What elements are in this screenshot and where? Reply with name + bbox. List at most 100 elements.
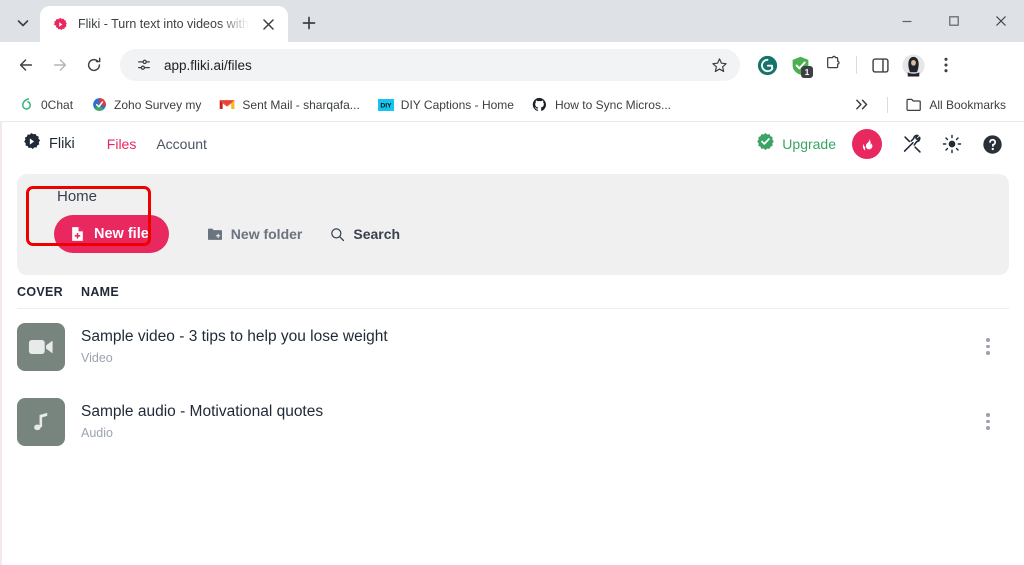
address-bar[interactable]: app.fliki.ai/files: [120, 49, 740, 81]
kebab-dot: [986, 413, 990, 417]
search-button[interactable]: Search: [316, 216, 414, 252]
diy-captions-icon: DIY: [377, 97, 394, 113]
file-plus-icon: [72, 227, 83, 241]
new-tab-button[interactable]: [294, 8, 324, 38]
music-note-icon: [34, 412, 48, 430]
forward-arrow-icon: [53, 59, 67, 71]
back-button[interactable]: [10, 49, 42, 81]
brand-name: Fliki: [49, 136, 75, 152]
maximize-button[interactable]: [930, 0, 977, 42]
upgrade-button[interactable]: Upgrade: [756, 132, 836, 156]
nav-link-account[interactable]: Account: [146, 132, 217, 156]
brand-logo-link[interactable]: Fliki: [22, 132, 75, 156]
forward-button[interactable]: [44, 49, 76, 81]
close-icon: [995, 16, 1006, 26]
video-camera-icon: [28, 339, 53, 354]
avatar[interactable]: [852, 129, 882, 159]
profile-avatar-icon[interactable]: [898, 50, 928, 80]
bookmarks-overflow-button[interactable]: [848, 94, 877, 115]
tab-title: Fliki - Turn text into videos with: [78, 17, 249, 31]
tab-search-button[interactable]: [6, 8, 40, 38]
star-icon: [711, 57, 727, 72]
browser-toolbar: app.fliki.ai/files 1: [0, 42, 1024, 88]
new-folder-label: New folder: [230, 226, 303, 242]
window-controls: [883, 0, 1024, 42]
browser-window: Fliki - Turn text into videos with app.f…: [0, 0, 1024, 565]
theme-sun-icon[interactable]: [938, 130, 966, 158]
fliki-logo-icon: [22, 132, 41, 156]
tools-icon[interactable]: [898, 130, 926, 158]
extension-icons: 1: [752, 50, 961, 80]
search-icon: [331, 227, 345, 241]
window-close-button[interactable]: [977, 0, 1024, 42]
tab-strip: Fliki - Turn text into videos with: [0, 0, 1024, 42]
reload-button[interactable]: [78, 49, 110, 81]
toolbar-card: Home New file New folder Search: [17, 174, 1009, 275]
bookmark-star-button[interactable]: [706, 52, 732, 78]
minimize-button[interactable]: [883, 0, 930, 42]
toolbar-divider: [856, 56, 857, 74]
folder-plus-icon: [207, 228, 222, 240]
bookmark-sent-mail[interactable]: Sent Mail - sharqafa...: [211, 93, 367, 117]
tab-close-button[interactable]: [258, 13, 280, 35]
bookmark-diy-captions[interactable]: DIY DIY Captions - Home: [370, 93, 522, 117]
chrome-menu-icon[interactable]: [931, 50, 961, 80]
extensions-puzzle-icon[interactable]: [818, 50, 848, 80]
file-info: Sample video - 3 tips to help you lose w…: [81, 328, 975, 365]
fliki-gear-icon: [52, 16, 69, 33]
bookmark-zoho-survey[interactable]: Zoho Survey my: [83, 93, 209, 117]
file-thumbnail: [17, 397, 65, 446]
upgrade-label: Upgrade: [782, 136, 836, 152]
all-bookmarks-button[interactable]: All Bookmarks: [898, 93, 1014, 117]
flame-icon: [862, 137, 872, 150]
close-icon: [263, 18, 275, 30]
bookmarks-bar: 0Chat Zoho Survey my Sent Mail - sharqaf…: [0, 88, 1024, 122]
help-circle-icon[interactable]: [978, 130, 1006, 158]
plus-icon: [302, 16, 316, 30]
nav-link-files[interactable]: Files: [97, 132, 147, 156]
side-panel-icon[interactable]: [865, 50, 895, 80]
bookmarks-separator: [887, 96, 889, 113]
grammarly-extension-icon[interactable]: [752, 50, 782, 80]
reload-icon: [87, 57, 101, 72]
kebab-dot: [986, 338, 990, 342]
double-chevron-icon: [856, 99, 868, 110]
verified-badge-icon: [756, 132, 775, 156]
bookmark-label: DIY Captions - Home: [400, 97, 514, 112]
row-menu-button[interactable]: [975, 332, 1001, 362]
all-bookmarks-label: All Bookmarks: [929, 97, 1006, 112]
svg-text:DIY: DIY: [380, 102, 392, 109]
row-menu-button[interactable]: [975, 407, 1001, 437]
search-label: Search: [353, 226, 401, 242]
page-viewport: Fliki Files Account Upgrade Home New fil…: [0, 122, 1024, 565]
new-file-button[interactable]: New file: [54, 215, 169, 253]
app-header: Fliki Files Account Upgrade: [2, 122, 1024, 166]
file-type: Video: [81, 351, 113, 365]
back-arrow-icon: [19, 59, 33, 71]
table-header-row: COVER NAME: [17, 275, 1009, 309]
table-row[interactable]: Sample audio - Motivational quotes Audio: [17, 384, 1009, 459]
file-thumbnail: [17, 322, 65, 371]
file-name: Sample audio - Motivational quotes: [81, 403, 324, 420]
zoho-icon: [91, 97, 107, 113]
bookmark-label: 0Chat: [41, 97, 74, 112]
kebab-dot: [986, 344, 990, 349]
table-row[interactable]: Sample video - 3 tips to help you lose w…: [17, 309, 1009, 384]
new-file-label: New file: [94, 226, 149, 242]
kebab-dot: [986, 426, 990, 430]
file-info: Sample audio - Motivational quotes Audio: [81, 403, 975, 440]
new-folder-button[interactable]: New folder: [193, 216, 317, 252]
minimize-icon: [902, 20, 911, 23]
site-settings-icon[interactable]: [132, 53, 156, 77]
breadcrumb: Home: [57, 188, 98, 205]
extension-badge-count: 1: [801, 66, 813, 78]
gmail-icon: [219, 97, 235, 113]
column-header-name: NAME: [81, 284, 120, 299]
column-header-cover: COVER: [17, 284, 63, 299]
browser-tab[interactable]: Fliki - Turn text into videos with: [40, 6, 288, 42]
bookmark-how-to-sync[interactable]: How to Sync Micros...: [524, 93, 679, 117]
shield-extension-icon[interactable]: 1: [785, 50, 815, 80]
ochat-icon: [18, 97, 34, 113]
bookmark-0chat[interactable]: 0Chat: [10, 93, 81, 117]
url-text: app.fliki.ai/files: [164, 57, 252, 73]
